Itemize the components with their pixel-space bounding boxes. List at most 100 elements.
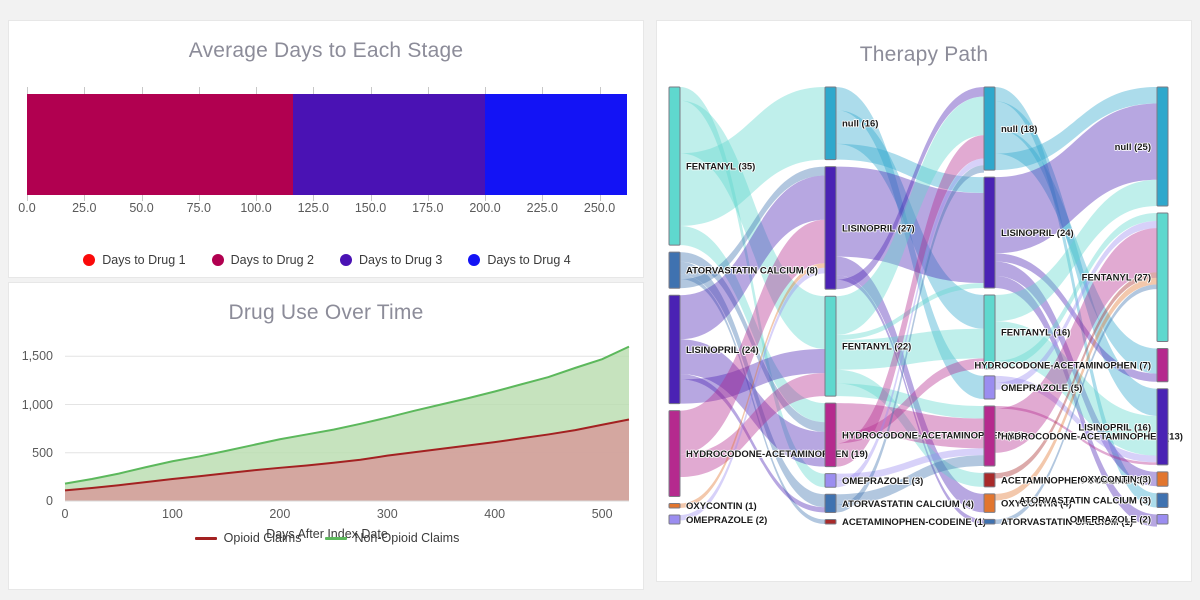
sankey-node-label: FENTANYL (16)	[1001, 327, 1070, 338]
y-axis-tick-label: 500	[32, 445, 53, 460]
x-axis-tick-label: 0	[61, 507, 69, 521]
axis-tick	[313, 87, 315, 94]
axis-tick	[141, 87, 143, 94]
axis-tick	[84, 87, 86, 94]
y-axis-tick-label: 1,000	[21, 397, 53, 412]
sankey-node-label: FENTANYL (22)	[842, 342, 911, 353]
sankey-node[interactable]	[983, 493, 996, 513]
sankey-node[interactable]	[983, 294, 996, 370]
sankey-node[interactable]	[1156, 513, 1169, 525]
sankey-node-label: FENTANYL (27)	[1082, 273, 1151, 284]
area-chart-svg	[64, 345, 630, 502]
sankey-node[interactable]	[824, 295, 837, 397]
bar-top-ticks	[27, 87, 627, 94]
sankey-node[interactable]	[668, 86, 681, 246]
dashboard: Average Days to Each Stage 0.0 25.0 50.0 75…	[0, 0, 1200, 600]
legend-item[interactable]: Non-Opioid Claims	[325, 531, 459, 545]
page-title: Average Days to Each Stage	[188, 39, 464, 62]
sankey-node[interactable]	[668, 410, 681, 497]
x-axis-tick-label: 200	[269, 507, 291, 521]
axis-tick-label: 150.0	[354, 201, 387, 215]
axis-tick-label: 175.0	[412, 201, 444, 215]
sankey-svg: FENTANYL (35) ATORVASTATIN CALCIUM (8) LIS…	[668, 86, 1184, 529]
therapy-path-card: Therapy Path FENTANYL (35) ATORVASTATIN C…	[656, 20, 1192, 582]
sankey-node[interactable]	[824, 518, 837, 525]
area-chart: 0 500 1,000 1,500 0 100 200 300 400 500 Days Aft…	[9, 323, 645, 591]
legend-color-dot-icon	[83, 254, 96, 266]
sankey-node-label: OMEPRAZOLE (2)	[1070, 515, 1151, 526]
average-days-to-each-stage-card: Average Days to Each Stage 0.0 25.0 50.0 75…	[8, 20, 644, 278]
stage-legend: Days to Drug 1 Days to Drug 2 Days to Drug…	[9, 253, 645, 267]
legend-color-dot-icon	[340, 254, 352, 266]
axis-tick	[485, 87, 486, 94]
axis-tick	[256, 87, 257, 94]
legend-label: Days to Drug 2	[230, 253, 314, 267]
legend-label: Days to Drug 3	[359, 253, 443, 267]
sankey-diagram: FENTANYL (35) ATORVASTATIN CALCIUM (8) LIS…	[657, 83, 1193, 573]
sankey-node-label: LISINOPRIL (24)	[686, 345, 759, 356]
sankey-node-label: null (16)	[842, 119, 878, 130]
sankey-node[interactable]	[983, 405, 996, 467]
sankey-node[interactable]	[668, 514, 681, 525]
sankey-node-label: null (25)	[1115, 142, 1151, 153]
legend-item[interactable]: Days to Drug 3	[340, 253, 442, 267]
sankey-node[interactable]	[824, 473, 837, 488]
x-axis-tick-labels: 0.0 25.0 50.0 75.0 100.0 125.0 150.0 175.0 200.0…	[9, 201, 645, 221]
sankey-node[interactable]	[983, 375, 996, 400]
sankey-node[interactable]	[1156, 86, 1169, 207]
legend-item[interactable]: Days to Drug 2	[211, 253, 314, 267]
axis-tick-label: 100.0	[240, 201, 272, 215]
sankey-node[interactable]	[1156, 212, 1169, 342]
sankey-node[interactable]	[983, 176, 996, 289]
sankey-node[interactable]	[824, 402, 837, 468]
sankey-node[interactable]	[983, 518, 996, 525]
stacked-bar-chart	[27, 87, 627, 195]
sankey-node-label: OMEPRAZOLE (3)	[842, 476, 923, 487]
legend-item[interactable]: Days to Drug 4	[468, 253, 571, 267]
x-axis-tick-label: 100	[161, 507, 183, 521]
legend-label: Non-Opioid Claims	[354, 531, 460, 545]
axis-tick	[370, 87, 372, 94]
legend-label: Days to Drug 1	[102, 253, 186, 267]
sankey-node[interactable]	[1156, 388, 1169, 466]
sankey-node-label: OXYCONTIN (1)	[686, 501, 757, 512]
sankey-node-label: LISINOPRIL (24)	[1001, 228, 1074, 239]
legend-color-dot-icon	[468, 254, 481, 266]
x-axis-tick-label: 300	[376, 507, 398, 521]
sankey-node[interactable]	[1156, 471, 1169, 487]
bar-segment[interactable]	[292, 94, 485, 195]
sankey-node[interactable]	[1156, 492, 1169, 508]
sankey-node-label: ATORVASTATIN CALCIUM (3)	[1019, 496, 1151, 507]
axis-tick-label: 125.0	[297, 201, 329, 215]
legend-item[interactable]: Days to Drug 1	[83, 253, 186, 267]
page-title: Drug Use Over Time	[228, 301, 424, 324]
sankey-node[interactable]	[668, 502, 681, 509]
sankey-node-label: HYDROCODONE-ACETAMINOPHEN (14)	[842, 430, 1024, 441]
sankey-node[interactable]	[824, 493, 837, 513]
legend-line-icon	[325, 536, 348, 540]
sankey-node[interactable]	[983, 86, 996, 171]
sankey-node[interactable]	[668, 251, 681, 289]
axis-tick-label: 75.0	[186, 201, 211, 215]
axis-tick-label: 25.0	[72, 201, 97, 215]
sankey-node[interactable]	[824, 166, 837, 290]
bar-segment[interactable]	[485, 94, 627, 195]
sankey-node[interactable]	[1156, 347, 1169, 383]
sankey-node-label: ACETAMINOPHEN-CODEINE (1)	[842, 517, 986, 528]
drug-use-over-time-card: Drug Use Over Time 0 500 1,000 1,500 0 100 20…	[8, 282, 644, 590]
page-title: Therapy Path	[859, 43, 989, 66]
sankey-node-label: HYDROCODONE-ACETAMINOPHEN (7)	[974, 361, 1151, 372]
sankey-node-label: ATORVASTATIN CALCIUM (4)	[842, 499, 974, 510]
axis-tick-label: 200.0	[469, 201, 501, 215]
sankey-node[interactable]	[983, 472, 996, 488]
legend-label: Days to Drug 4	[487, 253, 571, 267]
legend-item[interactable]: Opioid Claims	[194, 531, 302, 545]
sankey-node-label: FENTANYL (35)	[686, 161, 755, 172]
legend-color-dot-icon	[211, 254, 224, 266]
sankey-node[interactable]	[668, 294, 681, 405]
sankey-node[interactable]	[824, 86, 837, 161]
sankey-node-label: null (18)	[1001, 124, 1037, 135]
legend-label: Opioid Claims	[223, 531, 302, 545]
axis-tick-label: 225.0	[526, 201, 558, 215]
bar-segment[interactable]	[27, 94, 293, 195]
